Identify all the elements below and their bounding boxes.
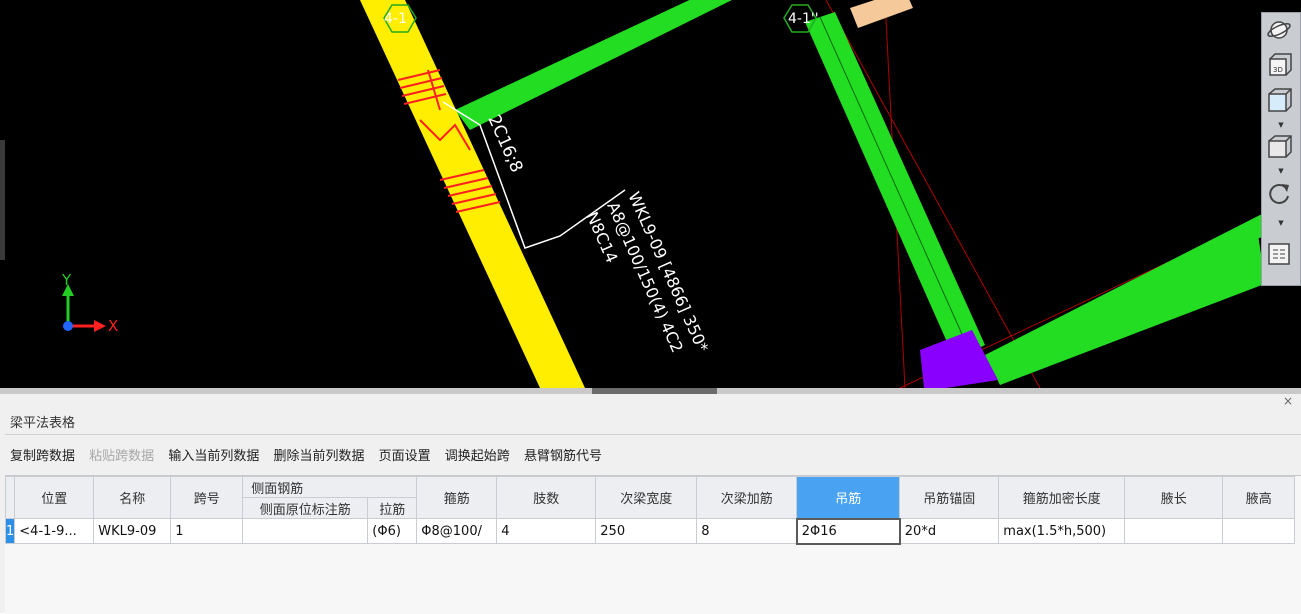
cell-haunch-length[interactable]: [1124, 518, 1224, 544]
layer-list-icon[interactable]: [1266, 241, 1296, 271]
table-row[interactable]: 1 <4-1-9... WKL9-09 1 (Φ6) Φ8@100/ 4 250…: [4, 517, 1296, 545]
box-view-icon[interactable]: [1266, 87, 1296, 117]
cad-viewport[interactable]: 4-1 4-1'' 2C16;8 WKL9-09 [4866] 350* A8@…: [0, 0, 1301, 388]
column-header-span[interactable]: 跨号: [170, 476, 244, 519]
cell-position[interactable]: <4-1-9...: [14, 518, 95, 544]
green-beam-lower[interactable]: [985, 200, 1301, 385]
yellow-beam[interactable]: [360, 0, 585, 388]
column-header-legs[interactable]: 肢数: [496, 476, 597, 519]
table-area: 位置 名称 跨号 侧面钢筋 箍筋 肢数 次梁宽度 次梁加筋 吊筋 吊筋锚固 箍筋…: [4, 475, 1301, 614]
panel-title: 梁平法表格: [10, 416, 76, 431]
cell-name[interactable]: WKL9-09: [93, 518, 172, 544]
cell-span[interactable]: 1: [170, 518, 244, 544]
close-icon[interactable]: ×: [1283, 394, 1293, 408]
orbit-icon[interactable]: [1266, 17, 1296, 47]
side-rebar-annotation: 2C16;8: [483, 112, 526, 176]
cantilever-rebar-code-button[interactable]: 悬臂钢筋代号: [524, 449, 602, 464]
column-header-haunch-height[interactable]: 腋高: [1222, 476, 1296, 519]
paste-span-data-button: 粘贴跨数据: [89, 449, 155, 464]
swap-start-span-button[interactable]: 调换起始跨: [445, 449, 510, 464]
column-header-hanger-anchor[interactable]: 吊筋锚固: [899, 476, 1000, 519]
cell-side-original[interactable]: [242, 518, 369, 544]
column-header-name[interactable]: 名称: [93, 476, 172, 519]
cell-hanger[interactable]: 2Φ16: [795, 517, 901, 545]
axis-x-label: X: [108, 317, 118, 335]
corner-cell: [4, 476, 16, 519]
column-header-position[interactable]: 位置: [14, 476, 95, 519]
beam-centerline: [819, 16, 971, 353]
column-header-secondary-rebar[interactable]: 次梁加筋: [696, 476, 798, 519]
cube-icon[interactable]: [1266, 133, 1296, 163]
cell-hanger-anchor[interactable]: 20*d: [899, 518, 1000, 544]
column-header-dense-length[interactable]: 箍筋加密长度: [998, 476, 1126, 519]
3d-view-icon[interactable]: 3D: [1266, 51, 1296, 81]
beam-table: 位置 名称 跨号 侧面钢筋 箍筋 肢数 次梁宽度 次梁加筋 吊筋 吊筋锚固 箍筋…: [4, 476, 1296, 545]
peach-beam[interactable]: [850, 0, 913, 28]
cell-dense-length[interactable]: max(1.5*h,500): [998, 518, 1126, 544]
axis-y-label: Y: [61, 271, 72, 289]
rotate-icon[interactable]: [1266, 181, 1296, 211]
column[interactable]: [920, 330, 998, 388]
column-header-haunch-length[interactable]: 腋长: [1124, 476, 1224, 519]
row-number[interactable]: 1: [4, 518, 16, 544]
divider: [5, 434, 1301, 435]
cell-haunch-height[interactable]: [1222, 518, 1296, 544]
chevron-down-icon[interactable]: ▼: [1276, 121, 1286, 129]
cell-secondary-width[interactable]: 250: [595, 518, 698, 544]
beam-table-panel: × 梁平法表格 复制跨数据 粘贴跨数据 输入当前列数据 删除当前列数据 页面设置…: [0, 394, 1301, 614]
drawing-canvas[interactable]: 4-1 4-1'' 2C16;8 WKL9-09 [4866] 350* A8@…: [0, 0, 1301, 388]
input-column-data-button[interactable]: 输入当前列数据: [168, 449, 259, 464]
left-edge-handle[interactable]: [0, 140, 5, 260]
axis-label-a: 4-1: [384, 11, 407, 27]
column-header-hanger[interactable]: 吊筋: [796, 476, 901, 519]
cell-tie[interactable]: (Φ6): [367, 518, 418, 544]
axis-label-b: 4-1'': [788, 11, 819, 27]
panel-toolbar: 复制跨数据 粘贴跨数据 输入当前列数据 删除当前列数据 页面设置 调换起始跨 悬…: [10, 445, 612, 464]
green-beam-upper[interactable]: [455, 0, 742, 130]
column-group-side-rebar[interactable]: 侧面钢筋: [242, 476, 418, 498]
chevron-down-icon[interactable]: ▼: [1276, 167, 1286, 175]
green-beam-right[interactable]: [805, 12, 985, 360]
ucs-axes-icon: Y X: [61, 271, 118, 335]
column-header-secondary-width[interactable]: 次梁宽度: [595, 476, 698, 519]
cell-legs[interactable]: 4: [496, 518, 597, 544]
svg-text:3D: 3D: [1273, 66, 1283, 74]
view-toolbar: 3D ▼ ▼ ▼: [1261, 12, 1301, 286]
axis-line: [825, 0, 1041, 388]
chevron-down-icon[interactable]: ▼: [1276, 219, 1286, 227]
column-header-tie[interactable]: 拉筋: [367, 497, 418, 519]
column-header-stirrup[interactable]: 箍筋: [416, 476, 498, 519]
cell-secondary-rebar[interactable]: 8: [696, 518, 798, 544]
delete-column-data-button[interactable]: 删除当前列数据: [273, 449, 364, 464]
copy-span-data-button[interactable]: 复制跨数据: [10, 449, 75, 464]
column-header-side-original[interactable]: 侧面原位标注筋: [242, 497, 369, 519]
cell-stirrup[interactable]: Φ8@100/: [416, 518, 498, 544]
page-setup-button[interactable]: 页面设置: [379, 449, 431, 464]
